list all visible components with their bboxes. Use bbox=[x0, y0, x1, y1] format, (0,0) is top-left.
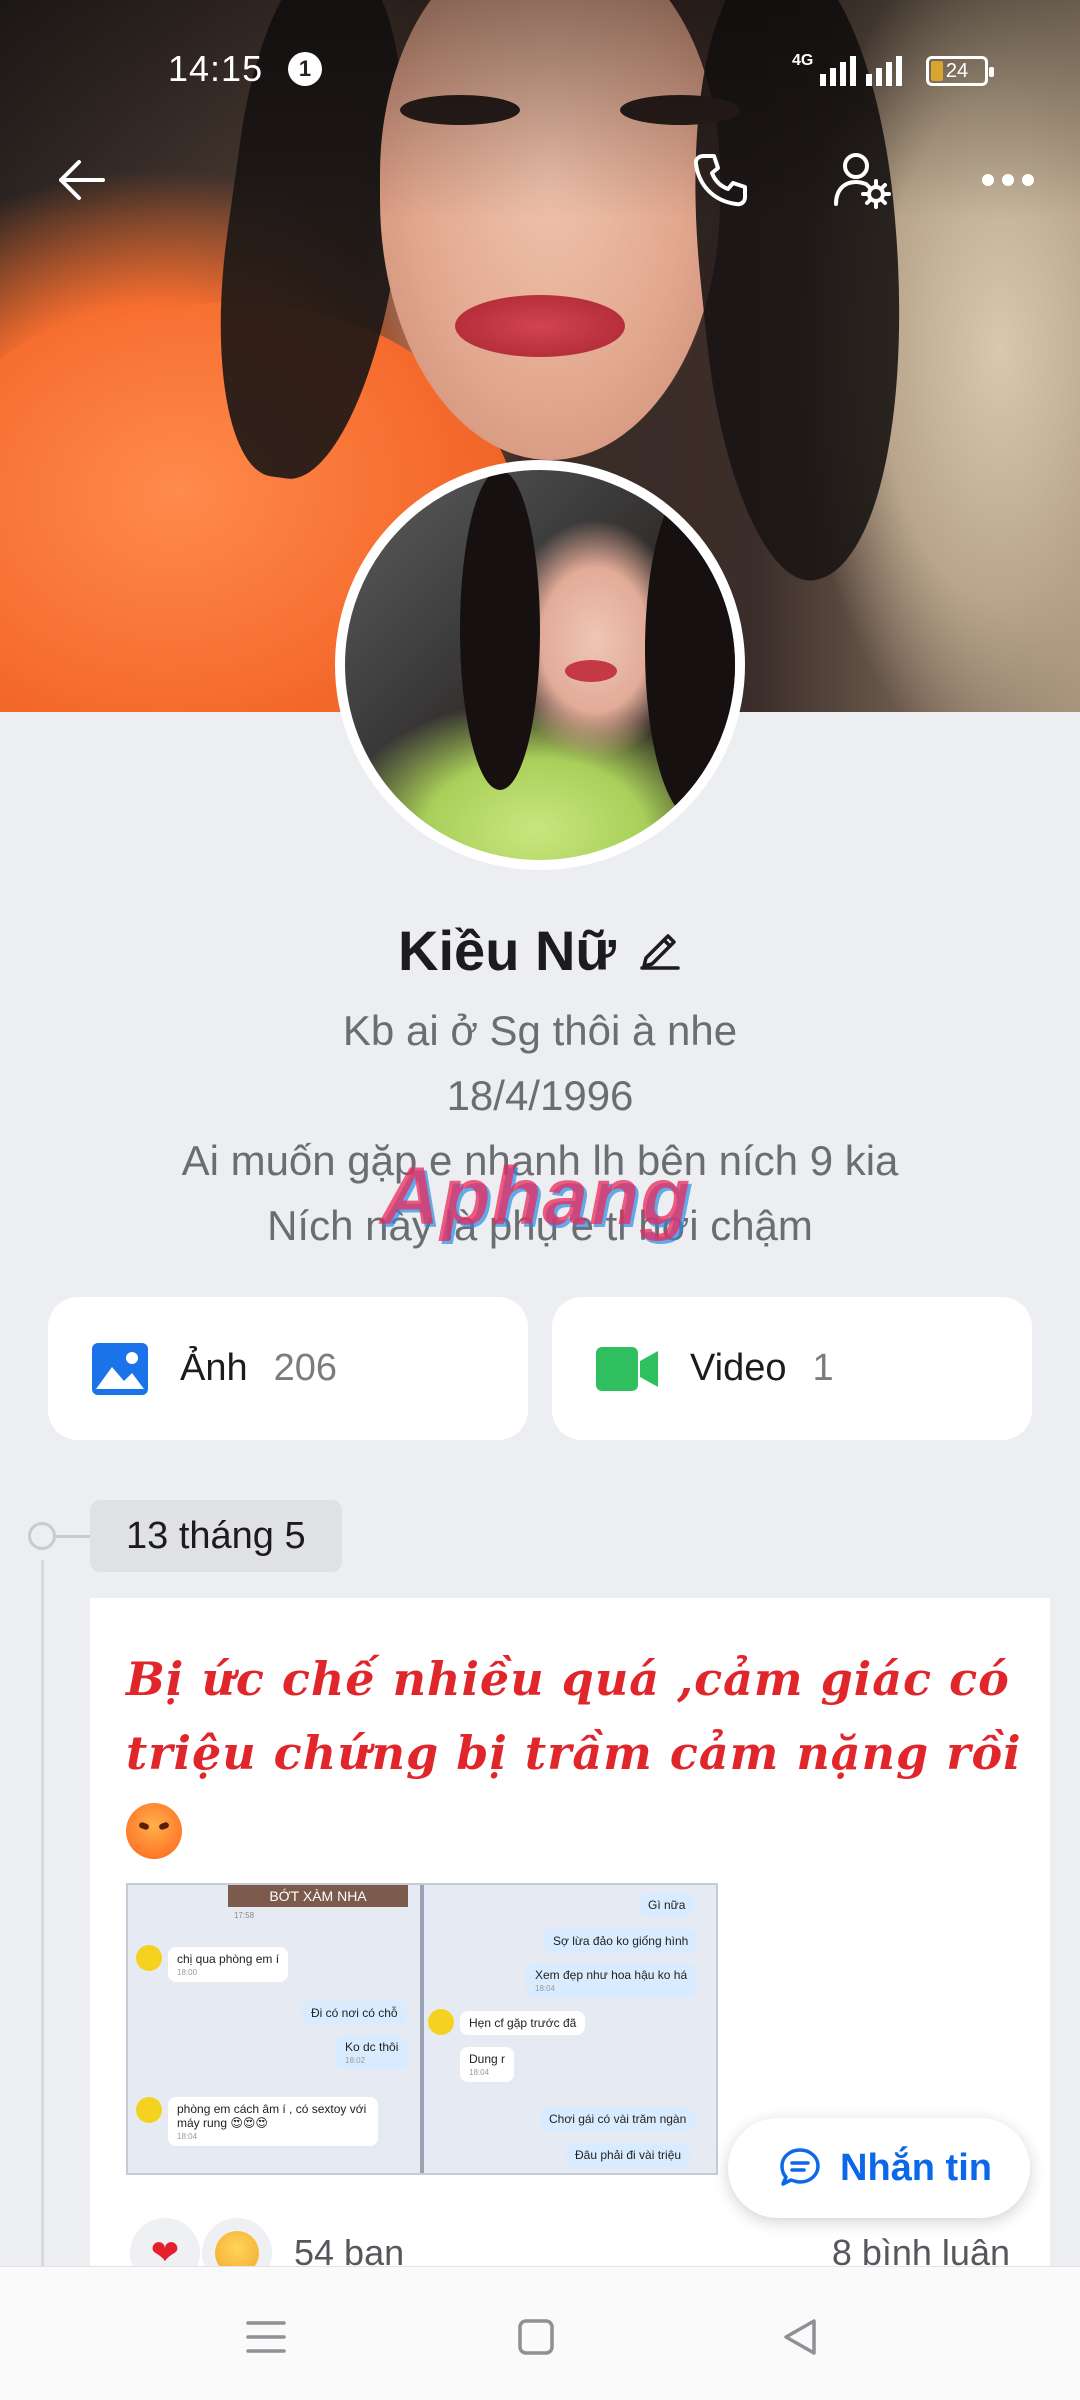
back-button[interactable] bbox=[42, 140, 122, 220]
user-settings-icon bbox=[834, 153, 891, 209]
post-image[interactable]: BỚT XÀM NHA 17:58 chị qua phòng em í 18:0… bbox=[126, 1883, 718, 2175]
photos-button[interactable]: Ảnh 206 bbox=[48, 1297, 528, 1440]
photos-count: 206 bbox=[273, 1347, 338, 1389]
photos-label: Ảnh bbox=[180, 1347, 248, 1389]
timeline-line bbox=[41, 1560, 44, 2280]
notification-badge: 1 bbox=[288, 52, 322, 86]
profile-name: Kiều Nữ bbox=[398, 919, 616, 982]
chat-bubble: Chơi gái có vài trăm ngàn bbox=[540, 2107, 696, 2131]
avatar[interactable] bbox=[335, 460, 745, 870]
bio-line: 18/4/1996 bbox=[446, 1072, 634, 1119]
send-message-label: Nhắn tin bbox=[840, 2146, 992, 2189]
triangle-back-icon bbox=[784, 2319, 816, 2355]
chat-bubble: Gì nữa bbox=[639, 1893, 695, 1917]
signal-icon bbox=[820, 54, 856, 86]
chat-bubble: Sợ lừa đảo ko giống hình bbox=[544, 1929, 698, 1953]
profile-settings-button[interactable] bbox=[822, 140, 902, 220]
chat-bubble: Đi có nơi có chỗ bbox=[302, 2001, 407, 2025]
edit-name-button[interactable] bbox=[638, 926, 682, 975]
network-type: 4G bbox=[792, 52, 814, 69]
home-button[interactable] bbox=[496, 2297, 576, 2377]
video-camera-icon bbox=[596, 1346, 658, 1391]
status-time: 14:15 bbox=[168, 48, 264, 89]
pencil-icon bbox=[640, 934, 680, 970]
chat-bubble: phòng em cách âm í , có sextoy với máy r… bbox=[168, 2097, 378, 2146]
chat-bubble: Dung r 18:04 bbox=[460, 2047, 515, 2082]
chat-bubble: chị qua phòng em í 18:00 bbox=[168, 1947, 289, 1982]
photo-icon bbox=[92, 1342, 148, 1395]
chat-screenshot-left: BỚT XÀM NHA 17:58 chị qua phòng em í 18:0… bbox=[128, 1885, 420, 2173]
call-button[interactable] bbox=[680, 140, 760, 220]
signal-icon-2 bbox=[866, 54, 902, 86]
arrow-left-icon bbox=[59, 160, 105, 200]
bio-line: Kb ai ở Sg thôi à nhe bbox=[342, 1007, 738, 1054]
phone-icon bbox=[693, 154, 747, 207]
more-horizontal-icon bbox=[982, 174, 1034, 186]
system-navigation-bar bbox=[0, 2266, 1080, 2400]
more-button[interactable] bbox=[968, 140, 1048, 220]
videos-button[interactable]: Video 1 bbox=[552, 1297, 1032, 1440]
post-text: Bị ức chế nhiều quá ,cảm giác có triệu c… bbox=[126, 1642, 1026, 1864]
profile-name-row: Kiều Nữ bbox=[0, 918, 1080, 983]
chat-bubble-icon bbox=[780, 2148, 820, 2186]
videos-label: Video bbox=[690, 1347, 787, 1389]
chat-bubble: Ko dc thôi 18:02 bbox=[336, 2035, 408, 2070]
timeline-connector bbox=[56, 1535, 90, 1538]
system-back-button[interactable] bbox=[760, 2297, 840, 2377]
send-message-button[interactable]: Nhắn tin bbox=[728, 2118, 1030, 2218]
watermark-logo: Aphang bbox=[380, 1151, 692, 1242]
videos-count: 1 bbox=[812, 1347, 834, 1389]
recent-apps-button[interactable] bbox=[226, 2297, 306, 2377]
chat-bubble: Hẹn cf gặp trước đã bbox=[460, 2011, 586, 2035]
menu-icon bbox=[246, 2321, 286, 2353]
angry-face-icon bbox=[126, 1803, 182, 1859]
square-home-icon bbox=[518, 2319, 554, 2355]
chat-screenshot-right: Gì nữa Sợ lừa đảo ko giống hình Xem đẹp … bbox=[424, 1885, 716, 2173]
chat-bubble: Đâu phải đi vài triệu bbox=[566, 2143, 691, 2167]
status-bar: 14:15 1 4G 24 bbox=[0, 0, 1080, 110]
timeline-dot bbox=[28, 1522, 56, 1550]
chat-bubble: Xem đẹp như hoa hậu ko há 18:04 bbox=[526, 1963, 697, 1998]
battery-icon: 24 bbox=[926, 56, 994, 86]
chat-header: BỚT XÀM NHA bbox=[228, 1885, 408, 1907]
timeline-date: 13 tháng 5 bbox=[90, 1500, 342, 1572]
